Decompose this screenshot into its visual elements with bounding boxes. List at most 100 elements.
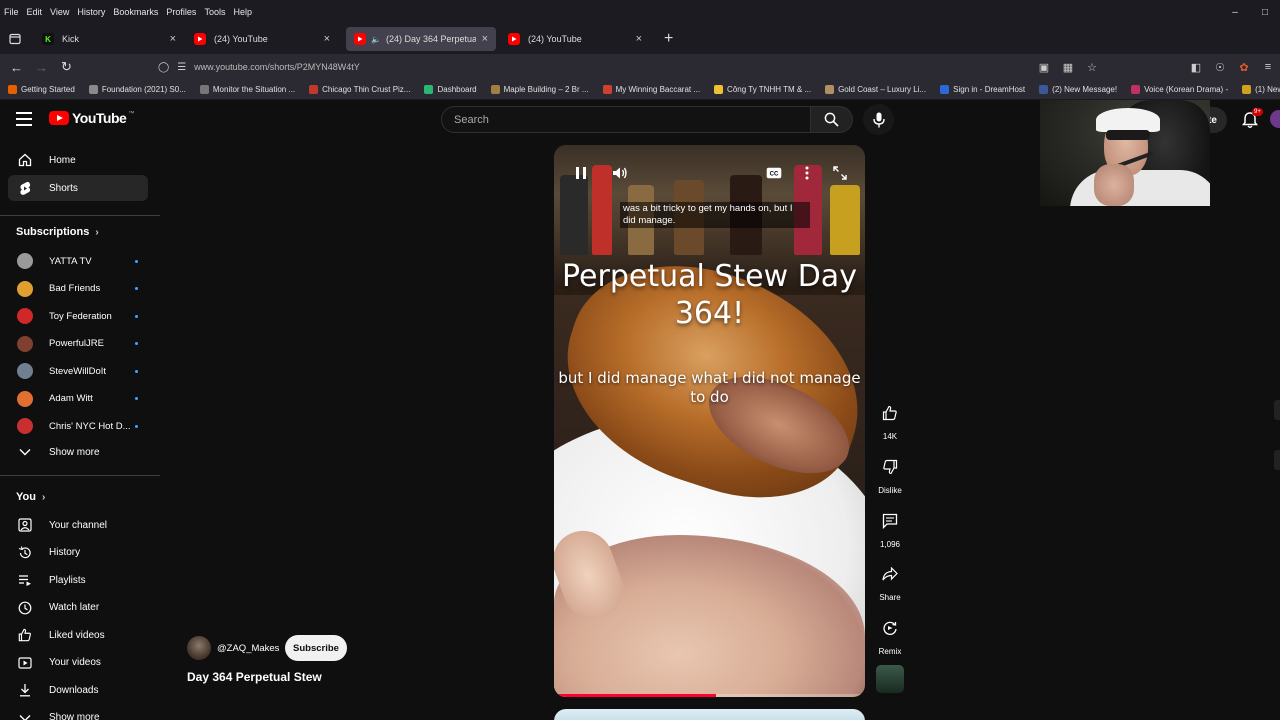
- menu-edit[interactable]: Edit: [23, 7, 47, 17]
- minimize-icon[interactable]: –: [1220, 7, 1250, 18]
- bookmark-star-icon[interactable]: ☆: [1080, 61, 1104, 74]
- url-text[interactable]: www.youtube.com/shorts/P2MYN48W4tY: [194, 62, 360, 72]
- back-arrow-icon[interactable]: ←: [4, 54, 29, 80]
- bookmark-item[interactable]: Sign in - DreamHost: [940, 85, 1025, 94]
- maximize-icon[interactable]: □: [1250, 7, 1280, 18]
- dislike-action[interactable]: Dislike: [873, 450, 907, 495]
- comments-action[interactable]: 1,096: [873, 504, 907, 549]
- sidebar-item-channel[interactable]: Your channel: [8, 512, 148, 538]
- sidebar-item-chevron-down[interactable]: Show more: [8, 705, 148, 720]
- search-input[interactable]: Search: [441, 106, 811, 133]
- bookmark-item[interactable]: Maple Building – 2 Br ...: [490, 85, 589, 94]
- address-bar[interactable]: ◯ ☰ www.youtube.com/shorts/P2MYN48W4tY: [158, 56, 1108, 78]
- remix-button[interactable]: [873, 611, 907, 645]
- bookmark-item[interactable]: Gold Coast – Luxury Li...: [825, 85, 926, 94]
- next-short-preview[interactable]: [554, 709, 865, 720]
- bookmark-item[interactable]: Công Ty TNHH TM & ...: [714, 85, 811, 94]
- show-more-subscriptions[interactable]: Show more: [8, 439, 148, 465]
- pause-button[interactable]: [569, 163, 593, 183]
- permissions-icon[interactable]: ☰: [177, 62, 186, 73]
- subscription-item[interactable]: Adam Witt: [8, 386, 148, 412]
- sidebar-item-history[interactable]: History: [8, 540, 148, 566]
- sidebar-item-watch-later[interactable]: Watch later: [8, 595, 148, 621]
- comments-button[interactable]: [873, 504, 907, 538]
- menu-file[interactable]: File: [0, 7, 23, 17]
- subscription-item[interactable]: YATTA TV: [8, 248, 148, 274]
- bookmark-item[interactable]: Dashboard: [424, 85, 477, 94]
- speaker-icon[interactable]: 🔈: [370, 33, 382, 45]
- account-icon[interactable]: ☉: [1208, 61, 1232, 74]
- account-avatar[interactable]: [1270, 110, 1280, 128]
- sidebar-item-home[interactable]: Home: [8, 147, 148, 173]
- tab-youtube-2[interactable]: (24) YouTube ×: [500, 27, 650, 51]
- close-tab-icon[interactable]: ×: [170, 33, 176, 45]
- share-action[interactable]: Share: [873, 557, 907, 602]
- subscriptions-heading[interactable]: Subscriptions ›: [16, 226, 99, 238]
- bookmark-item[interactable]: My Winning Baccarat ...: [602, 85, 700, 94]
- fullscreen-button[interactable]: [828, 163, 852, 183]
- sidebar-item-like[interactable]: Liked videos: [8, 622, 148, 648]
- menu-profiles[interactable]: Profiles: [162, 7, 200, 17]
- search-button[interactable]: [811, 106, 853, 133]
- captions-button[interactable]: CC: [762, 163, 786, 183]
- hamburger-menu-icon[interactable]: [16, 112, 32, 126]
- menu-tools[interactable]: Tools: [200, 7, 229, 17]
- tab-list-button[interactable]: [0, 24, 30, 54]
- sidebar-item-your-videos[interactable]: Your videos: [8, 650, 148, 676]
- menu-help[interactable]: Help: [229, 7, 256, 17]
- menu-view[interactable]: View: [46, 7, 73, 17]
- you-heading[interactable]: You ›: [16, 491, 45, 503]
- extension-icon[interactable]: ✿: [1232, 61, 1256, 74]
- bookmark-item[interactable]: (1) New Message: [1242, 85, 1280, 94]
- channel-avatar[interactable]: [187, 636, 211, 660]
- channel-name[interactable]: @ZAQ_Makes: [217, 643, 279, 654]
- dislike-button[interactable]: [873, 450, 907, 484]
- bookmark-item[interactable]: Monitor the Situation ...: [199, 85, 295, 94]
- bookmark-item[interactable]: Chicago Thin Crust Piz...: [309, 85, 410, 94]
- subscription-item[interactable]: Chris' NYC Hot D...: [8, 413, 148, 439]
- close-tab-icon[interactable]: ×: [324, 33, 330, 45]
- menu-bookmarks[interactable]: Bookmarks: [109, 7, 162, 17]
- subscription-item[interactable]: SteveWillDoIt: [8, 358, 148, 384]
- tab-day-364-active[interactable]: 🔈 (24) Day 364 Perpetual Stew ×: [346, 27, 496, 51]
- bookmark-item[interactable]: Voice (Korean Drama) -: [1131, 85, 1228, 94]
- like-action[interactable]: 14K: [873, 396, 907, 441]
- tab-youtube-1[interactable]: (24) YouTube ×: [186, 27, 338, 51]
- kick-favicon-icon: K: [42, 33, 54, 45]
- bookmark-item[interactable]: Foundation (2021) S0...: [88, 85, 186, 94]
- share-button[interactable]: [873, 557, 907, 591]
- voice-search-button[interactable]: [863, 104, 894, 135]
- more-options-button[interactable]: [795, 163, 819, 183]
- subscription-item[interactable]: Toy Federation: [8, 303, 148, 329]
- sidebar-item-playlists[interactable]: Playlists: [8, 567, 148, 593]
- subscription-item[interactable]: PowerfulJRE: [8, 331, 148, 357]
- subscription-item[interactable]: Bad Friends: [8, 276, 148, 302]
- picture-in-picture-icon[interactable]: ▣: [1032, 61, 1056, 74]
- video-progress-bar[interactable]: [554, 694, 865, 697]
- reload-icon[interactable]: ↻: [54, 54, 79, 80]
- close-tab-icon[interactable]: ×: [482, 33, 488, 45]
- forward-arrow-icon[interactable]: →: [29, 54, 54, 80]
- youtube-logo[interactable]: YouTube ™: [49, 110, 134, 126]
- like-button[interactable]: [873, 396, 907, 430]
- subscribe-button[interactable]: Subscribe: [285, 635, 347, 661]
- short-title[interactable]: Day 364 Perpetual Stew: [187, 670, 322, 684]
- volume-button[interactable]: [608, 163, 632, 183]
- sidebar-item-download[interactable]: Downloads: [8, 677, 148, 703]
- shorts-video-player[interactable]: CC was a bit tricky to get my hands on, …: [554, 145, 865, 697]
- remix-action[interactable]: Remix: [873, 611, 907, 656]
- menu-icon[interactable]: ≡: [1256, 61, 1280, 73]
- screenshot-icon[interactable]: ▦: [1056, 61, 1080, 74]
- bookmark-item[interactable]: Getting Started: [8, 85, 75, 94]
- sidebar-item-shorts[interactable]: Shorts: [8, 175, 148, 201]
- bookmark-item[interactable]: (2) New Message!: [1039, 85, 1117, 94]
- navigate-up-edge-button[interactable]: [1274, 400, 1280, 420]
- shield-icon[interactable]: ◯: [158, 62, 169, 73]
- menu-history[interactable]: History: [73, 7, 109, 17]
- channel-avatar-thumbnail[interactable]: [876, 665, 904, 693]
- tab-kick[interactable]: K Kick ×: [34, 27, 184, 51]
- close-tab-icon[interactable]: ×: [636, 33, 642, 45]
- new-tab-icon[interactable]: +: [664, 30, 673, 48]
- sidebar-icon[interactable]: ◧: [1184, 61, 1208, 74]
- navigate-down-edge-button[interactable]: [1274, 450, 1280, 470]
